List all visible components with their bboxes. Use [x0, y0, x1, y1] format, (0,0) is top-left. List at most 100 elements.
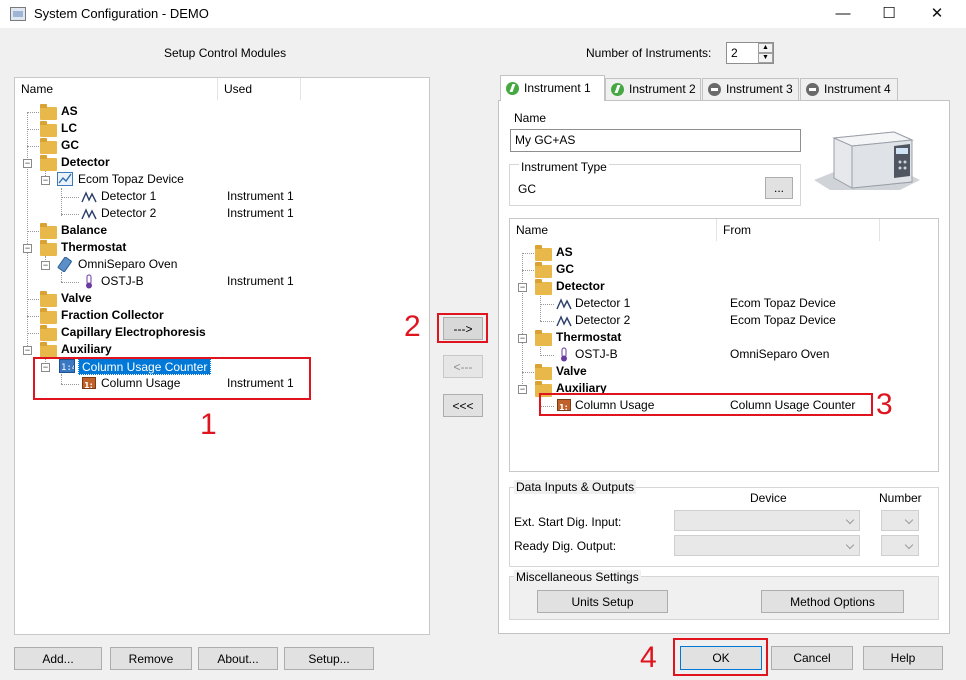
detector-signal-icon — [556, 314, 572, 328]
tab-instrument-4[interactable]: Instrument 4 — [800, 78, 898, 100]
tree-item-as[interactable]: AS — [556, 244, 573, 261]
gc-instrument-image — [812, 128, 922, 196]
thermometer-icon — [84, 274, 100, 289]
collapse-toggle[interactable]: − — [41, 176, 50, 185]
column-header-name[interactable]: Name — [15, 78, 218, 100]
tree-item-ostj-b[interactable]: OSTJ-B — [575, 346, 618, 363]
misc-settings-label: Miscellaneous Settings — [514, 570, 641, 584]
tab-label: Instrument 2 — [629, 82, 696, 96]
tab-label: Instrument 1 — [524, 81, 591, 95]
annotation-box-2 — [437, 313, 488, 343]
tab-label: Instrument 3 — [726, 82, 793, 96]
tree-item-thermostat[interactable]: Thermostat — [556, 329, 621, 346]
tree-item-gc[interactable]: GC — [556, 261, 574, 278]
folder-icon — [40, 121, 57, 137]
method-options-button[interactable]: Method Options — [761, 590, 904, 613]
detector-signal-icon — [556, 297, 572, 311]
column-header-name[interactable]: Name — [510, 219, 717, 241]
help-button[interactable]: Help — [863, 646, 943, 670]
collapse-toggle[interactable]: − — [23, 159, 32, 168]
tab-instrument-2[interactable]: Instrument 2 — [605, 78, 701, 100]
tree-line — [61, 282, 79, 283]
add-button[interactable]: Add... — [14, 647, 102, 670]
instrument-modules-tree[interactable]: Name From AS GC − Detector Detector 1 Ec… — [509, 218, 939, 472]
tree-item-detector[interactable]: Detector — [61, 154, 110, 171]
detector-signal-icon — [81, 207, 97, 221]
tree-line — [27, 231, 39, 232]
instrument-type-value: GC — [518, 182, 536, 196]
setup-modules-title: Setup Control Modules — [164, 46, 287, 60]
modules-tree-panel[interactable]: Name Used AS LC GC − Detector − Ecom Top… — [14, 77, 430, 635]
tree-line — [522, 270, 534, 271]
oven-device-icon — [57, 256, 73, 273]
app-icon — [10, 7, 26, 21]
from-detector-2: Ecom Topaz Device — [730, 313, 836, 327]
close-button[interactable]: ✕ — [914, 0, 960, 28]
cancel-button[interactable]: Cancel — [771, 646, 853, 670]
tab-instrument-1[interactable]: Instrument 1 — [500, 75, 605, 101]
used-detector-1: Instrument 1 — [227, 189, 294, 203]
tree-item-omniseparo-oven[interactable]: OmniSeparo Oven — [78, 256, 177, 273]
instrument-name-input[interactable]: My GC+AS — [510, 129, 801, 152]
tree-item-thermostat[interactable]: Thermostat — [61, 239, 126, 256]
collapse-toggle[interactable]: − — [23, 346, 32, 355]
status-disabled-icon — [806, 83, 819, 96]
device-column-label: Device — [750, 491, 787, 505]
folder-icon — [40, 291, 57, 307]
tree-item-detector[interactable]: Detector — [556, 278, 605, 295]
annotation-box-3 — [539, 393, 873, 416]
tree-item-detector-2[interactable]: Detector 2 — [575, 312, 630, 329]
tab-instrument-3[interactable]: Instrument 3 — [702, 78, 799, 100]
ready-output-device-select[interactable] — [674, 535, 860, 556]
ext-start-device-select[interactable] — [674, 510, 860, 531]
ready-output-label: Ready Dig. Output: — [514, 539, 617, 553]
collapse-toggle[interactable]: − — [41, 261, 50, 270]
collapse-toggle[interactable]: − — [518, 283, 527, 292]
tree-item-gc[interactable]: GC — [61, 137, 79, 154]
remove-from-instrument-button[interactable]: <--- — [443, 355, 483, 378]
column-header-from[interactable]: From — [717, 219, 880, 241]
tree-item-lc[interactable]: LC — [61, 120, 77, 137]
status-ok-icon — [611, 83, 624, 96]
folder-icon — [40, 155, 57, 171]
units-setup-button[interactable]: Units Setup — [537, 590, 668, 613]
collapse-toggle[interactable]: − — [518, 385, 527, 394]
from-ostj-b: OmniSeparo Oven — [730, 347, 830, 361]
collapse-toggle[interactable]: − — [23, 244, 32, 253]
tree-item-valve[interactable]: Valve — [556, 363, 587, 380]
maximize-button[interactable]: ☐ — [866, 0, 912, 28]
instrument-type-label: Instrument Type — [519, 160, 609, 174]
number-column-label: Number — [879, 491, 922, 505]
remove-all-button[interactable]: <<< — [443, 394, 483, 417]
setup-button[interactable]: Setup... — [284, 647, 374, 670]
browse-instrument-type-button[interactable]: ... — [765, 177, 793, 199]
tree-line — [540, 293, 541, 321]
tree-item-auxiliary[interactable]: Auxiliary — [61, 341, 112, 358]
minimize-button[interactable]: — — [820, 0, 866, 28]
tree-item-as[interactable]: AS — [61, 103, 78, 120]
status-disabled-icon — [708, 83, 721, 96]
spin-up-icon[interactable]: ▲ — [758, 43, 773, 53]
tree-item-fraction-collector[interactable]: Fraction Collector — [61, 307, 164, 324]
spin-down-icon[interactable]: ▼ — [758, 53, 773, 63]
tree-item-capillary-electrophoresis[interactable]: Capillary Electrophoresis — [61, 324, 206, 341]
tree-item-detector-2[interactable]: Detector 2 — [101, 205, 156, 222]
tree-item-balance[interactable]: Balance — [61, 222, 107, 239]
folder-icon — [535, 262, 552, 278]
tree-item-ecom-topaz[interactable]: Ecom Topaz Device — [78, 171, 184, 188]
tree-item-detector-1[interactable]: Detector 1 — [575, 295, 630, 312]
remove-button[interactable]: Remove — [110, 647, 192, 670]
tree-item-valve[interactable]: Valve — [61, 290, 92, 307]
collapse-toggle[interactable]: − — [518, 334, 527, 343]
tree-line — [27, 129, 39, 130]
annotation-number-2: 2 — [404, 310, 421, 343]
about-button[interactable]: About... — [198, 647, 278, 670]
tree-line — [27, 112, 39, 113]
ready-output-number-select[interactable] — [881, 535, 919, 556]
ext-start-number-select[interactable] — [881, 510, 919, 531]
folder-icon — [40, 325, 57, 341]
tree-item-detector-1[interactable]: Detector 1 — [101, 188, 156, 205]
tree-item-ostj-b[interactable]: OSTJ-B — [101, 273, 144, 290]
column-header-used[interactable]: Used — [218, 78, 301, 100]
tree-line — [61, 188, 62, 216]
